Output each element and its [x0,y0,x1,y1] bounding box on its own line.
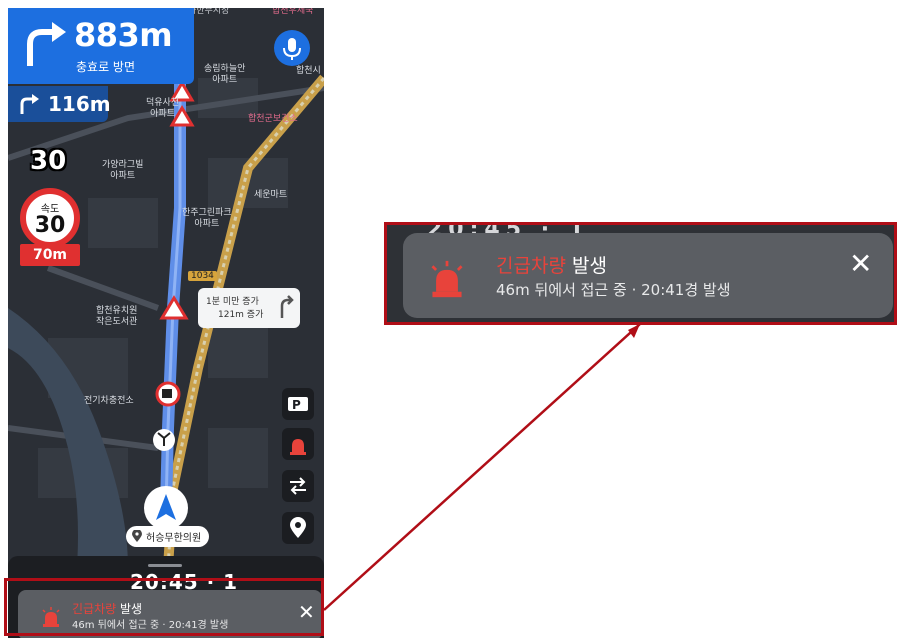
emergency-alert-toast-zoomed[interactable]: 긴급차량 발생 46m 뒤에서 접근 중 · 20:41경 발생 ✕ [403,233,893,318]
highlight-frame [4,578,324,636]
speed-limit-value: 30 [34,213,66,238]
speed-limit-sign: 속도 30 [20,188,80,248]
destination-label[interactable]: 허승무한의원 [126,526,210,547]
map-label: 합천군보건소 [248,114,298,124]
next-turn-right-icon [20,94,39,114]
map-label: 전기차충전소 [84,396,134,406]
map-label: 가양라그빌 아파트 [102,160,144,181]
next-turn-banner[interactable]: 116m [8,86,111,122]
alert-detail: 46m 뒤에서 접근 중 · 20:41경 발생 [496,281,731,299]
map-label: 합천시 [296,66,321,76]
destination-pin-icon [132,530,142,542]
road-number-badge: 1034 [188,271,217,281]
emergency-siren-button[interactable] [282,428,314,460]
map-label: 나한부시장 [188,8,230,16]
alert-title: 긴급차량 발생 [496,251,607,278]
svg-text:P: P [292,398,301,412]
road-direction: 충효로 방면 [76,60,136,74]
bubble-distance-text: 121m 증가 [218,310,264,320]
parking-icon: P [288,397,308,412]
reroute-bubble[interactable]: 1분 미만 증가 121m 증가 [198,288,300,328]
location-button[interactable] [282,512,314,544]
alert-highlight: 긴급차량 [496,255,566,277]
bubble-time-text: 1분 미만 증가 [206,297,259,307]
next-turn-distance: 116m [48,92,111,116]
turn-instruction-banner[interactable]: 883m 충효로 방면 [8,8,194,84]
drag-handle[interactable] [148,564,182,567]
mic-icon [283,38,301,60]
location-pin-icon [290,517,306,538]
phone-screen: 신흥 나한부시장 합천우체국 송림하늘안 아파트 합천시 덕유사천 아파트 합천… [8,8,324,638]
siren-icon [431,260,463,298]
siren-icon [290,439,306,455]
map-label: 송림하늘안 아파트 [204,64,246,85]
map-label: 덕유사천 아파트 [146,98,180,119]
route-option-button[interactable] [282,470,314,502]
map-label: 세운마트 [254,190,288,200]
speed-limit-distance: 70m [20,244,80,266]
parking-button[interactable]: P [282,388,314,420]
voice-search-button[interactable] [274,30,310,66]
map-label: 합천유치원 작은도서관 [96,306,138,327]
map-label: 한주그린파크 아파트 [182,208,232,229]
map-label: 합천우체국 [272,8,314,16]
zoomed-alert-callout: 20:45 · 1 긴급차량 발생 46m 뒤에서 접근 중 · 20:41경 … [384,222,897,325]
reroute-arrow-icon [280,295,294,318]
current-speed: 30 [30,146,67,176]
destination-name: 허승무한의원 [146,533,202,544]
route-swap-icon [290,477,306,495]
turn-distance: 883m [74,16,173,54]
alert-title-rest: 발생 [565,255,607,277]
turn-right-icon [27,22,66,66]
close-icon[interactable]: ✕ [849,247,872,280]
